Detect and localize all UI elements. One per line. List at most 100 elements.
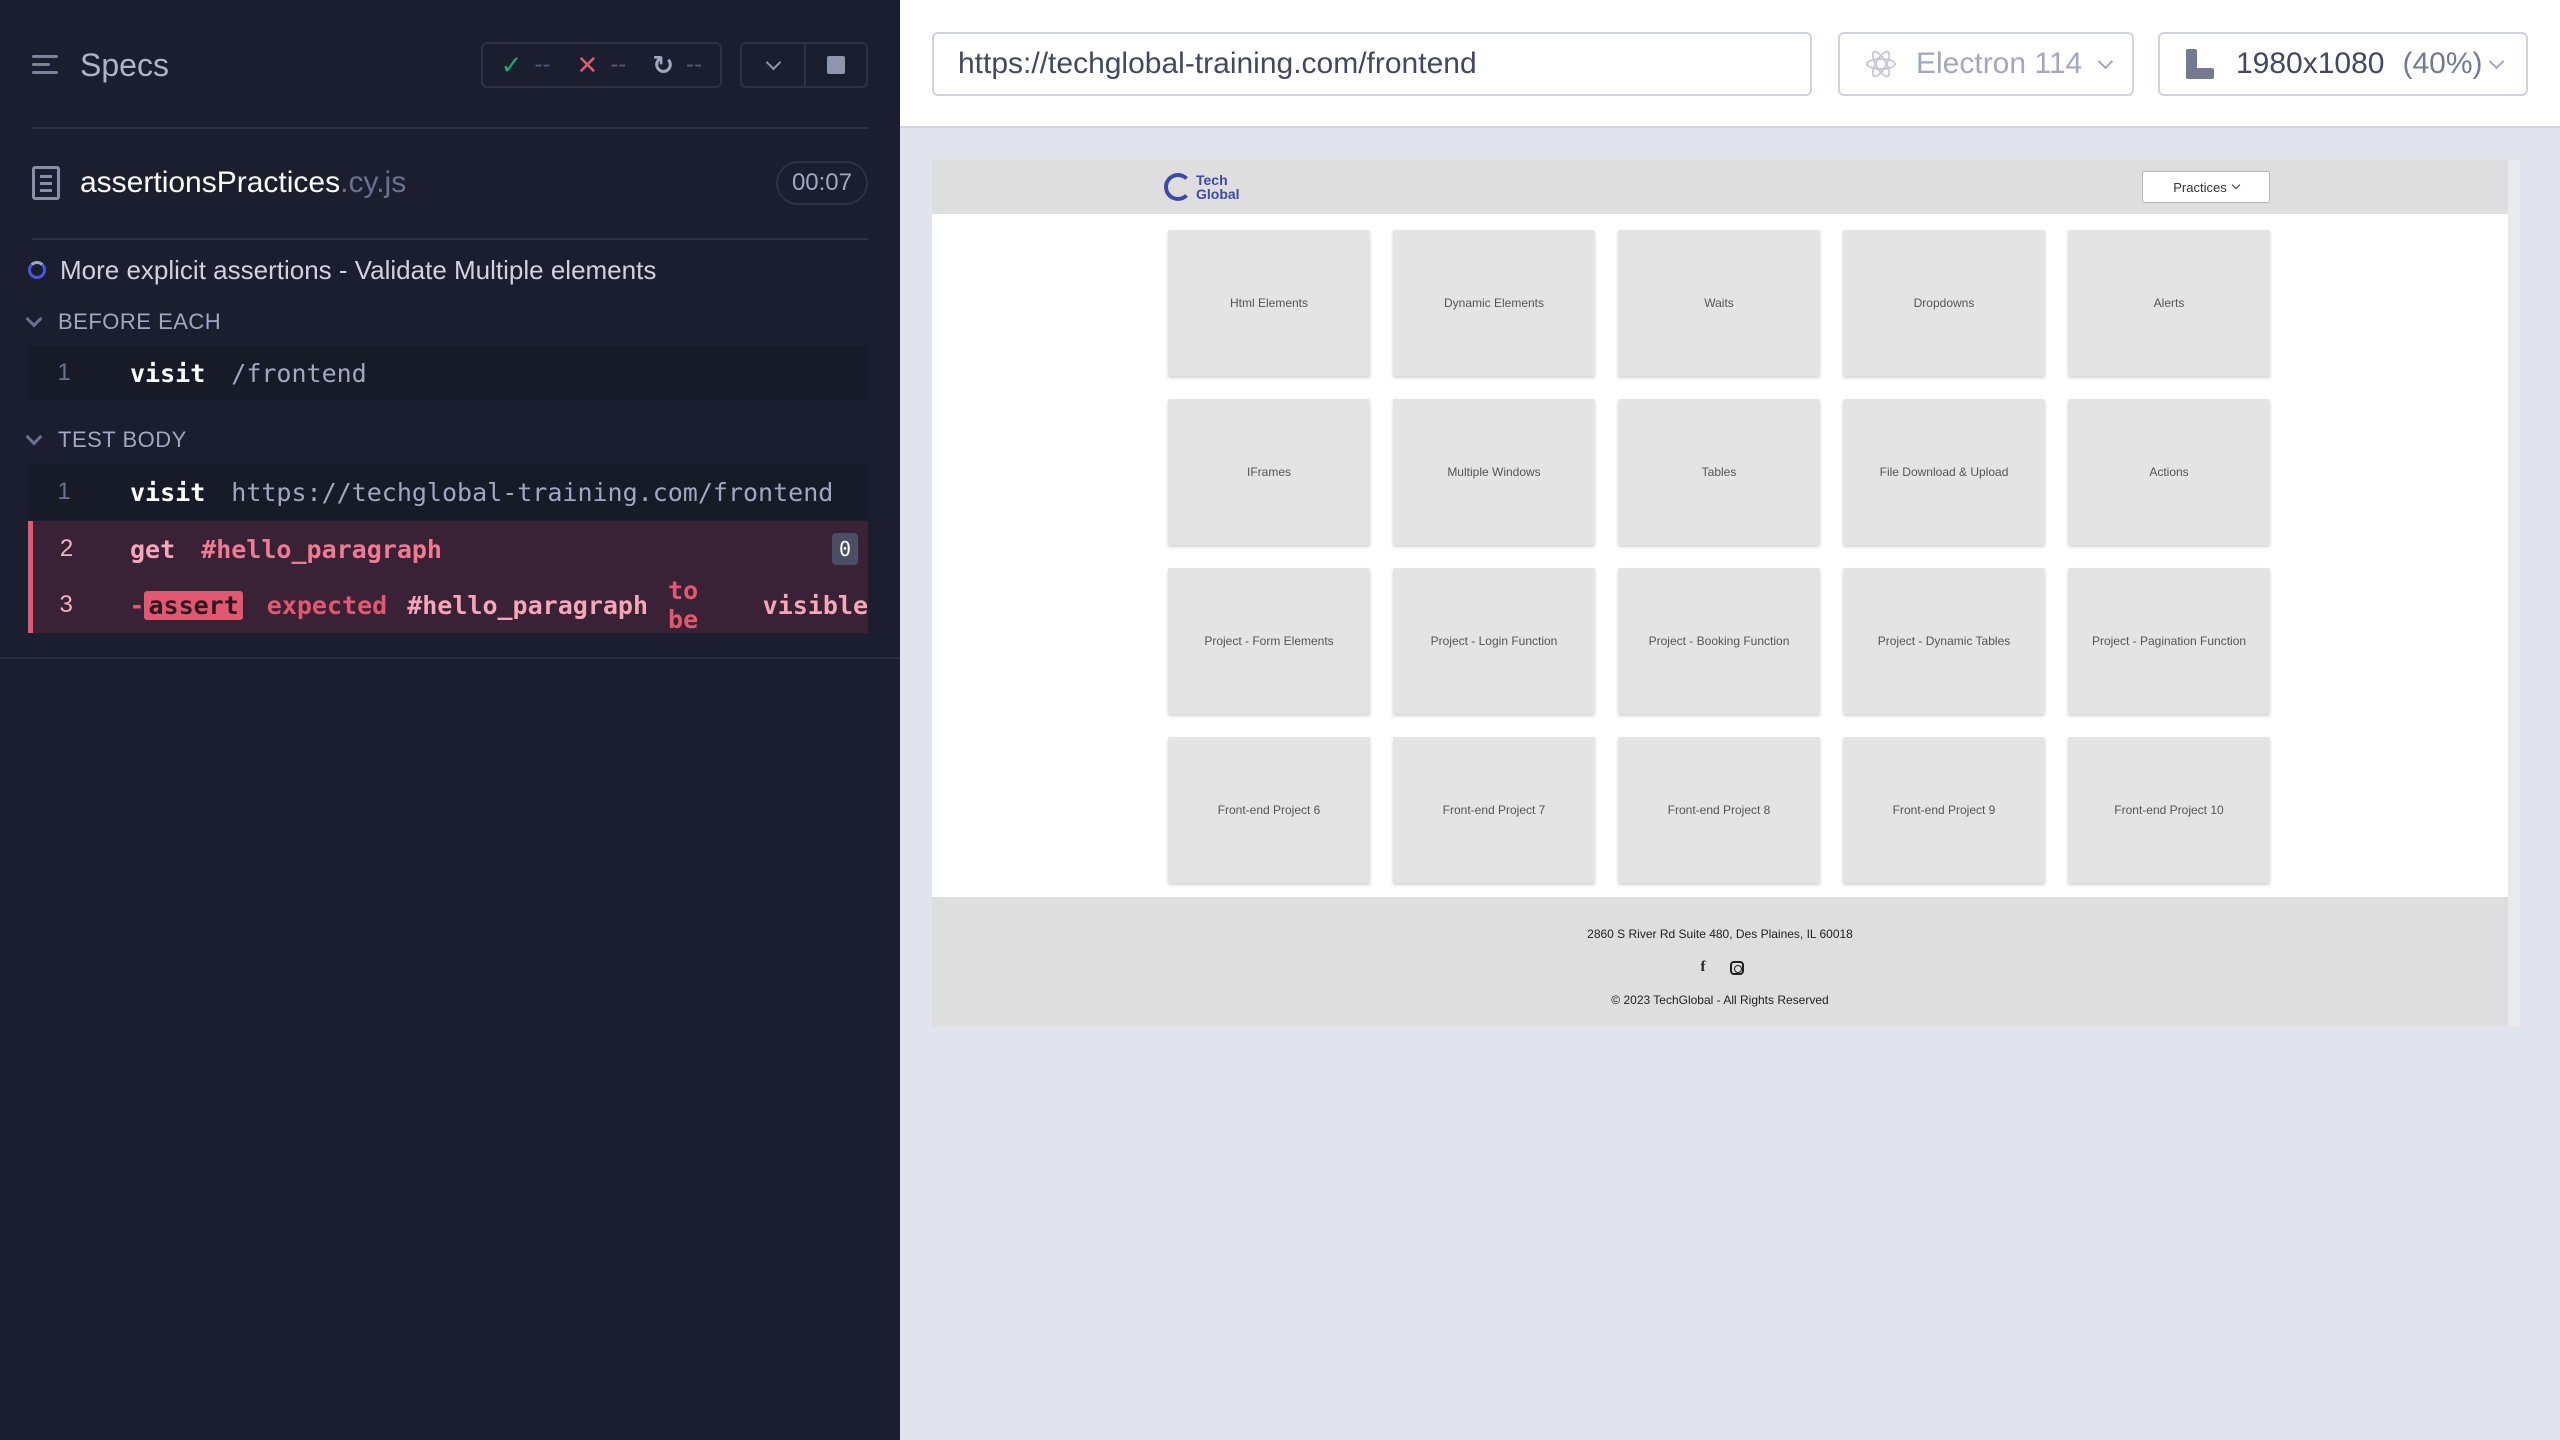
assert-state: visible <box>762 590 868 620</box>
logo-text-line1: Tech <box>1196 172 1228 188</box>
techglobal-logo[interactable]: Tech Global <box>1164 173 1240 201</box>
element-count-badge: 0 <box>832 533 858 565</box>
divider <box>32 238 868 240</box>
command-name: visit <box>130 477 206 507</box>
command-number: 2 <box>59 535 74 562</box>
practice-card[interactable]: Tables <box>1618 399 1820 545</box>
spec-file-row: assertionsPractices .cy.js 00:07 <box>32 158 868 208</box>
specs-title[interactable]: Specs <box>80 47 481 84</box>
practice-card[interactable]: Project - Dynamic Tables <box>1843 568 2045 714</box>
logo-mark-icon <box>1164 173 1192 201</box>
instagram-icon[interactable] <box>1730 961 1744 975</box>
test-stats: ✓ -- ✕ -- ↻ -- <box>480 42 722 88</box>
practice-card[interactable]: Waits <box>1618 230 1820 376</box>
facebook-icon[interactable]: f <box>1696 959 1710 976</box>
spec-file-name[interactable]: assertionsPractices <box>80 166 340 200</box>
practice-card[interactable]: Project - Booking Function <box>1618 568 1820 714</box>
running-spinner-icon <box>28 261 46 279</box>
spec-file-ext: .cy.js <box>340 166 407 199</box>
hook-label: TEST BODY <box>58 427 187 452</box>
preview-toolbar: https://techglobal-training.com/frontend… <box>900 0 2560 128</box>
practice-card[interactable]: Front-end Project 6 <box>1168 737 1370 883</box>
practice-card[interactable]: Dynamic Elements <box>1393 230 1595 376</box>
aut-scrollbar[interactable] <box>2508 160 2520 1026</box>
hook-label: BEFORE EACH <box>58 309 222 334</box>
command-number: 1 <box>57 478 71 505</box>
footer-address: 2860 S River Rd Suite 480, Des Plaines, … <box>1587 927 1853 941</box>
command-row[interactable]: 1 visit /frontend <box>28 346 868 400</box>
chevron-down-icon <box>25 310 43 328</box>
viewport-zoom: (40%) <box>2402 47 2483 80</box>
assert-expected: expected <box>266 590 388 620</box>
practice-card[interactable]: Project - Form Elements <box>1168 568 1370 714</box>
electron-icon <box>1866 48 1896 80</box>
command-arg: /frontend <box>231 358 367 388</box>
divider <box>0 657 900 659</box>
reporter-panel: Specs ✓ -- ✕ -- ↻ -- assertionsPractices… <box>0 0 900 1440</box>
reporter-header: Specs ✓ -- ✕ -- ↻ -- <box>32 30 868 100</box>
document-icon <box>32 166 60 200</box>
divider <box>32 127 868 129</box>
hook-before-each[interactable]: BEFORE EACH <box>25 304 222 340</box>
practice-cards-grid: Html Elements Dynamic Elements Waits Dro… <box>1168 230 2278 883</box>
practice-card[interactable]: Front-end Project 7 <box>1393 737 1595 883</box>
chevron-down-icon <box>2488 53 2504 69</box>
assert-chip: assert <box>144 590 243 620</box>
pending-stat: ↻ -- <box>652 50 702 81</box>
test-row[interactable]: More explicit assertions - Validate Mult… <box>28 250 656 290</box>
practice-card[interactable]: IFrames <box>1168 399 1370 545</box>
practice-card[interactable]: Multiple Windows <box>1393 399 1595 545</box>
chevron-down-icon <box>765 54 781 70</box>
hook-test-body[interactable]: TEST BODY <box>25 422 187 458</box>
assert-dash: - <box>129 590 145 620</box>
stop-icon <box>827 56 845 74</box>
pending-icon: ↻ <box>652 49 675 80</box>
footer-copyright: © 2023 TechGlobal - All Rights Reserved <box>1611 993 1829 1007</box>
practices-dropdown[interactable]: Practices <box>2142 171 2270 203</box>
failed-stat: ✕ -- <box>576 50 626 81</box>
command-arg: https://techglobal-training.com/frontend <box>231 477 834 507</box>
stop-button[interactable] <box>804 44 866 86</box>
browser-selector[interactable]: Electron 114 <box>1838 32 2134 96</box>
run-controls <box>740 42 868 88</box>
chevron-down-icon <box>2097 53 2114 69</box>
practice-card[interactable]: Project - Login Function <box>1393 568 1595 714</box>
expand-collapse-button[interactable] <box>742 44 804 86</box>
assert-row-failed[interactable]: 3 - assert expected #hello_paragraph to b… <box>28 576 868 634</box>
site-header: Tech Global Practices <box>932 160 2508 214</box>
practice-card[interactable]: Dropdowns <box>1843 230 2045 376</box>
command-row[interactable]: 1 visit https://techglobal-training.com/… <box>28 465 868 519</box>
viewport-selector[interactable]: 1980x1080 (40%) <box>2158 32 2528 96</box>
command-name: visit <box>130 358 206 388</box>
logo-text-line2: Global <box>1196 186 1240 202</box>
command-name: get <box>130 534 176 564</box>
ruler-icon <box>2186 49 2214 79</box>
spec-duration: 00:07 <box>775 161 868 205</box>
url-bar[interactable]: https://techglobal-training.com/frontend <box>932 32 1812 96</box>
specs-list-icon[interactable] <box>32 50 62 80</box>
command-row-failed[interactable]: 2 get #hello_paragraph 0 <box>28 521 868 577</box>
passed-count: -- <box>534 51 551 78</box>
chevron-down-icon <box>2231 180 2240 190</box>
check-icon: ✓ <box>500 49 523 80</box>
practice-card[interactable]: File Download & Upload <box>1843 399 2045 545</box>
practice-card[interactable]: Alerts <box>2068 230 2270 376</box>
command-number: 3 <box>59 591 73 618</box>
assert-selector: #hello_paragraph <box>407 590 649 620</box>
site-footer: 2860 S River Rd Suite 480, Des Plaines, … <box>932 897 2508 1026</box>
practice-card[interactable]: Front-end Project 9 <box>1843 737 2045 883</box>
test-title: More explicit assertions - Validate Mult… <box>60 254 657 285</box>
command-arg: #hello_paragraph <box>201 534 442 564</box>
cross-icon: ✕ <box>576 49 599 80</box>
practice-card[interactable]: Front-end Project 10 <box>2068 737 2270 883</box>
practice-card[interactable]: Actions <box>2068 399 2270 545</box>
practice-card[interactable]: Front-end Project 8 <box>1618 737 1820 883</box>
practices-label: Practices <box>2173 179 2227 195</box>
practice-card[interactable]: Project - Pagination Function <box>2068 568 2270 714</box>
app-under-test-frame: Tech Global Practices Html Elements Dyna… <box>932 160 2508 1026</box>
practice-card[interactable]: Html Elements <box>1168 230 1370 376</box>
browser-label: Electron 114 <box>1916 47 2083 80</box>
chevron-down-icon <box>25 428 43 446</box>
passed-stat: ✓ -- <box>501 50 551 81</box>
assert-to-be: to be <box>668 576 699 634</box>
